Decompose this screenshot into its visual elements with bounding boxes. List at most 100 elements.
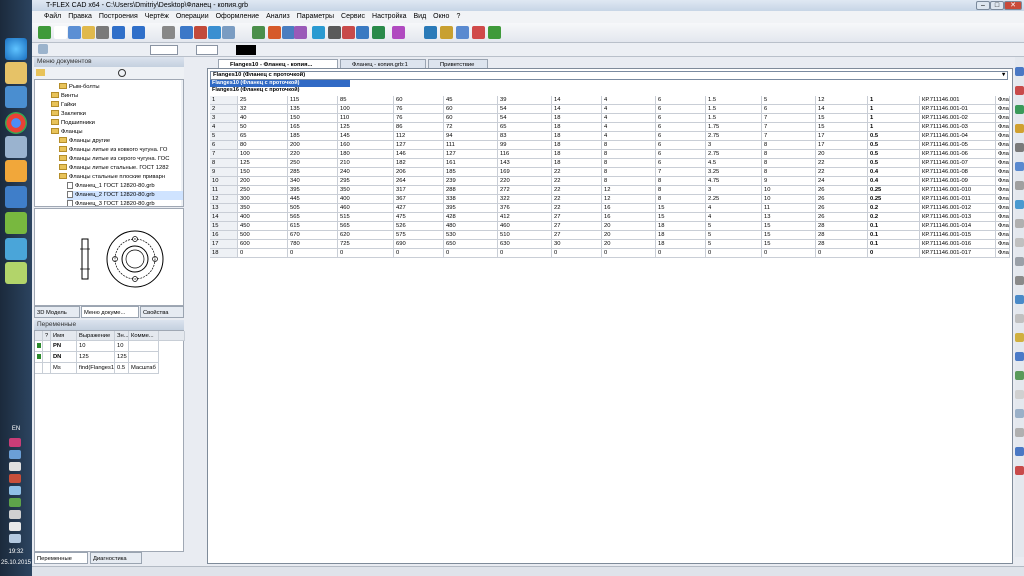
table-cell[interactable]: 1 [868,123,920,132]
table-cell[interactable]: 1 [868,105,920,114]
table-cell[interactable]: 0 [552,249,602,258]
table-cell[interactable]: 670 [288,231,338,240]
table-cell[interactable]: 32 [238,105,288,114]
table-cell[interactable]: 116 [498,150,552,159]
table-cell[interactable]: 0 [498,249,552,258]
tray-icon-9[interactable] [9,534,21,543]
table-cell[interactable]: Фла [996,132,1010,141]
table-cell[interactable]: 8 [602,168,656,177]
table-cell[interactable]: 400 [338,195,394,204]
toolbar-tool-icon[interactable] [180,26,193,39]
table-cell[interactable]: Фла [996,195,1010,204]
menu-item-5[interactable]: Оформление [216,13,259,20]
table-cell[interactable]: 0 [816,249,868,258]
table-cell[interactable]: 0 [706,249,762,258]
tree-item[interactable]: Фланец_2 ГОСТ 12820-80.grb [67,191,183,200]
table-cell[interactable]: 240 [338,168,394,177]
tree-item[interactable]: Фланец_1 ГОСТ 12820-80.grb [67,182,183,191]
table-cell[interactable]: КР.711146.001-05 [920,141,996,150]
toolbar-tool-icon[interactable] [38,26,51,39]
table-cell[interactable]: 6 [656,105,706,114]
table-cell[interactable]: 0 [338,249,394,258]
table-cell[interactable]: Фла [996,213,1010,222]
table-cell[interactable]: Фла [996,123,1010,132]
table-cell[interactable]: 15 [762,240,816,249]
table-cell[interactable]: Фла [996,105,1010,114]
table-cell[interactable]: 250 [238,186,288,195]
row-number[interactable]: 8 [210,159,238,168]
table-cell[interactable]: 526 [394,222,444,231]
table-cell[interactable]: 0.1 [868,231,920,240]
table-cell[interactable]: 14 [816,105,868,114]
variables-column-header[interactable]: Комме... [129,331,159,341]
menu-item-0[interactable]: Файл [44,13,61,20]
table-cell[interactable]: 8 [762,168,816,177]
close-button[interactable]: ✕ [1004,1,1022,10]
table-cell[interactable]: 54 [498,114,552,123]
table-cell[interactable]: 15 [816,114,868,123]
table-cell[interactable]: 0.5 [868,159,920,168]
tray-icon-4[interactable] [9,474,21,483]
file-explorer-icon[interactable] [5,62,27,84]
table-cell[interactable]: 15 [656,213,706,222]
table-cell[interactable]: 6 [762,105,816,114]
table-cell[interactable]: 4.5 [706,159,762,168]
table-cell[interactable]: 200 [238,177,288,186]
table-cell[interactable]: 460 [498,222,552,231]
tree-item[interactable]: Фланцы другие [59,137,183,146]
table-cell[interactable]: 300 [238,195,288,204]
table-cell[interactable]: Фла [996,222,1010,231]
table-cell[interactable]: 780 [288,240,338,249]
table-cell[interactable]: 1.5 [706,105,762,114]
table-cell[interactable]: 8 [656,186,706,195]
menu-item-8[interactable]: Сервис [341,13,365,20]
table-cell[interactable]: 2.25 [706,195,762,204]
table-cell[interactable]: 45 [444,96,498,105]
table-cell[interactable]: 8 [602,141,656,150]
table-cell[interactable]: 220 [498,177,552,186]
row-number[interactable]: 16 [210,231,238,240]
table-cell[interactable]: 127 [444,150,498,159]
table-cell[interactable]: 3 [706,141,762,150]
tree-item[interactable]: Фланцы литые стальные. ГОСТ 1282 [59,164,183,173]
table-cell[interactable]: 2.75 [706,150,762,159]
table-cell[interactable]: 13 [762,213,816,222]
table-cell[interactable]: 530 [444,231,498,240]
table-cell[interactable]: 600 [238,240,288,249]
tree-item[interactable]: Подшипники [51,119,179,128]
table-cell[interactable]: 220 [288,150,338,159]
color-field[interactable] [236,45,256,55]
view-tool-icon[interactable] [1015,276,1024,285]
table-cell[interactable]: 650 [444,240,498,249]
toolbar-tool-icon[interactable] [312,26,325,39]
tree-item[interactable]: Фланцы стальные плоские приварн [59,173,183,182]
table-cell[interactable]: КР.711146.001-016 [920,240,996,249]
table-cell[interactable]: 285 [288,168,338,177]
table-cell[interactable]: 18 [552,123,602,132]
table-cell[interactable]: 0.4 [868,177,920,186]
view-tool-icon[interactable] [1015,257,1024,266]
view-tool-icon[interactable] [1015,371,1024,380]
table-cell[interactable]: 40 [238,114,288,123]
table-cell[interactable]: КР.711146.001-03 [920,123,996,132]
table-cell[interactable]: КР.711146.001-011 [920,195,996,204]
table-cell[interactable]: 111 [444,141,498,150]
table-cell[interactable]: 15 [762,231,816,240]
row-number[interactable]: 11 [210,186,238,195]
toolbar-tool-icon[interactable] [440,26,453,39]
menu-item-7[interactable]: Параметры [297,13,334,20]
row-number[interactable]: 10 [210,177,238,186]
table-cell[interactable]: 0 [602,249,656,258]
table-cell[interactable]: 0.5 [868,150,920,159]
table-cell[interactable]: 4 [602,123,656,132]
view-tool-icon[interactable] [1015,295,1024,304]
table-cell[interactable]: 22 [552,204,602,213]
tab-properties[interactable]: Свойства [140,306,184,318]
table-cell[interactable]: 0 [762,249,816,258]
tray-icon-1[interactable] [9,438,21,447]
paint-icon[interactable] [5,160,27,182]
tab-variables[interactable]: Переменные [34,552,88,564]
table-cell[interactable]: 54 [498,105,552,114]
tree-item[interactable]: Рым-болты [59,83,183,92]
table-cell[interactable]: КР.711146.001-01 [920,105,996,114]
